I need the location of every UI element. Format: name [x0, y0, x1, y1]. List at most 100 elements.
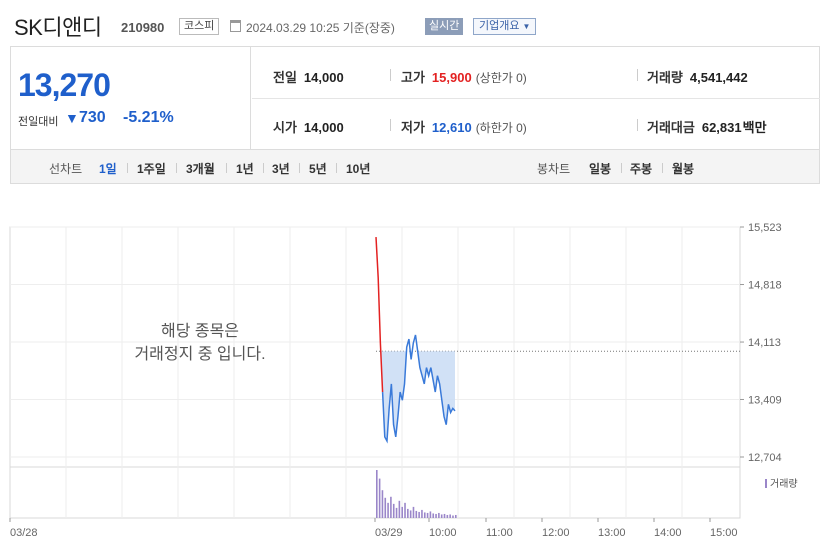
y-tick-label: 12,704: [748, 452, 782, 464]
volume-bar: [438, 512, 440, 518]
divider: [621, 163, 622, 173]
stock-name: SK디앤디: [14, 15, 102, 40]
change-percent: -5.21%: [123, 109, 174, 126]
calendar-icon: [230, 20, 241, 32]
volume-bar: [455, 514, 457, 518]
line-chart-label: 선차트: [49, 162, 83, 176]
volume-bar: [435, 513, 437, 518]
volume-bar: [449, 514, 451, 518]
volume-bar: [418, 511, 420, 518]
volume-bar: [407, 508, 409, 518]
period-5y[interactable]: 5년: [309, 160, 327, 177]
x-tick-label: 14:00: [654, 527, 682, 539]
period-3m[interactable]: 3개월: [186, 160, 215, 177]
header: SK디앤디 210980 코스피 2024.03.29 10:25 기준(장중)…: [0, 0, 830, 46]
period-1y[interactable]: 1년: [236, 160, 254, 177]
stat-sub: (상한가 0): [475, 71, 527, 85]
volume-bar: [415, 510, 418, 518]
change-absolute: 730: [79, 109, 106, 126]
x-axis-ticks: 03/28 03/29 10:00 11:00 12:00 13:00 14:00 15:00: [9, 518, 738, 539]
candle-weekly[interactable]: 주봉: [630, 160, 652, 177]
y-tick-label: 13,409: [748, 394, 782, 406]
volume-bar: [384, 497, 387, 518]
stat-value: 4,541,442: [689, 70, 748, 85]
period-10y[interactable]: 10년: [346, 160, 370, 177]
x-tick-label: 15:00: [710, 527, 738, 539]
realtime-button[interactable]: 실시간: [425, 18, 464, 35]
stat-label: 거래량: [647, 70, 683, 85]
candle-chart-label: 봉차트: [537, 162, 571, 176]
company-overview-label: 기업개요: [479, 20, 520, 32]
quote-info-box: 13,270 전일대비 ▼ 730 -5.21% 전일 14,000 고가 15,9…: [10, 46, 820, 150]
price-chart: 15,52314,81814,11313,40912,704 03/28 03/2…: [9, 222, 798, 539]
divider: [637, 69, 638, 81]
period-1d[interactable]: 1일: [99, 160, 117, 177]
volume-bar: [443, 513, 446, 518]
volume-legend-label: 거래량: [770, 478, 798, 490]
market-badge: 코스피: [179, 18, 220, 35]
stat-sub: (하한가 0): [475, 121, 527, 135]
volume-bar: [376, 470, 378, 518]
price-line-up-segment: [375, 236, 384, 393]
x-tick-label: 03/28: [10, 527, 38, 539]
volume-bar: [412, 506, 415, 518]
volume-bar: [446, 514, 449, 518]
candle-monthly[interactable]: 월봉: [672, 160, 694, 177]
notice-line-1: 해당 종목은: [160, 323, 240, 340]
period-1w[interactable]: 1주일: [137, 160, 166, 177]
x-tick-label: 10:00: [429, 527, 457, 539]
stat-label: 저가: [401, 120, 425, 135]
volume-bar: [426, 512, 429, 518]
volume-bar: [421, 509, 423, 518]
divider: [127, 163, 128, 173]
stat-high: 고가 15,900 (상한가 0): [401, 67, 527, 86]
divider: [336, 163, 337, 173]
x-tick-label: 11:00: [486, 527, 513, 539]
x-tick-label: 13:00: [598, 527, 626, 539]
stat-value: 15,900: [431, 70, 472, 85]
stat-label: 거래대금: [647, 120, 695, 135]
stat-value: 12,610: [431, 120, 472, 135]
stat-label: 고가: [401, 70, 425, 85]
row-divider: [252, 98, 820, 99]
stat-value: 14,000: [303, 120, 344, 135]
trading-halt-notice: 해당 종목은 거래정지 중 입니다.: [100, 320, 300, 366]
chart-grid: [9, 226, 741, 519]
stat-trade-value: 거래대금 62,831백만: [647, 117, 767, 136]
stat-label: 시가: [273, 120, 297, 135]
x-tick-label: 03/29: [375, 527, 403, 539]
divider: [176, 163, 177, 173]
down-arrow-icon: ▼: [65, 110, 79, 126]
volume-bar: [452, 515, 454, 518]
volume-legend-swatch: [765, 479, 767, 488]
stat-volume: 거래량 4,541,442: [647, 67, 748, 86]
volume-bar: [432, 513, 435, 518]
change-label: 전일대비: [18, 116, 59, 128]
volume-bar: [387, 502, 389, 518]
datetime-text: 2024.03.29 10:25 기준(장중): [246, 21, 395, 35]
divider: [226, 163, 227, 173]
divider: [637, 119, 638, 131]
stat-low: 저가 12,610 (하한가 0): [401, 117, 527, 136]
candle-daily[interactable]: 일봉: [589, 160, 611, 177]
divider: [390, 119, 391, 131]
y-tick-label: 15,523: [748, 222, 782, 234]
stock-code: 210980: [121, 20, 165, 35]
stat-value: 62,831: [701, 120, 742, 135]
company-overview-button[interactable]: 기업개요 ▼: [473, 18, 537, 35]
stat-unit: 백만: [742, 120, 767, 135]
divider: [263, 163, 264, 173]
divider: [299, 163, 300, 173]
volume-bar: [423, 512, 426, 518]
stat-prev-close: 전일 14,000: [273, 67, 344, 86]
stat-label: 전일: [273, 70, 297, 85]
divider: [662, 163, 663, 173]
volume-bar: [409, 510, 412, 518]
volume-bar: [404, 502, 406, 518]
notice-line-2: 거래정지 중 입니다.: [134, 346, 266, 363]
y-tick-label: 14,818: [748, 280, 782, 292]
volume-bar: [392, 503, 395, 518]
volume-bar: [395, 507, 398, 518]
period-3y[interactable]: 3년: [272, 160, 290, 177]
period-bar: 선차트 1일 1주일 3개월 1년 3년 5년 10년 봉차트 일봉 주봉 월봉: [10, 149, 820, 184]
